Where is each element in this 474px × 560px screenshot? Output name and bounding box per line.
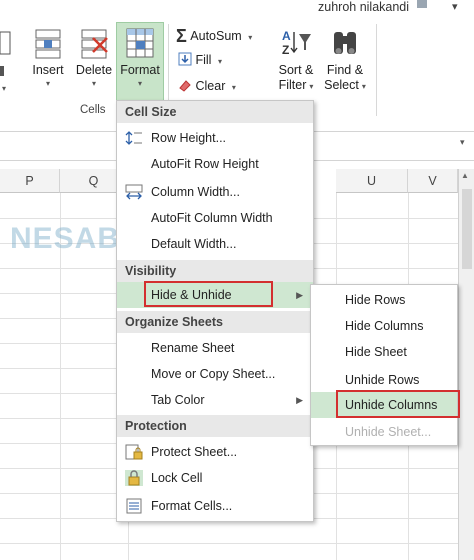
submenu-arrow-icon: ▶ (296, 290, 303, 300)
sort-filter-chevron-icon: ▾ (309, 82, 314, 91)
scroll-up-icon[interactable]: ▲ (461, 171, 469, 180)
menu-item-column-width[interactable]: Column Width... (117, 179, 313, 205)
user-menu-chevron-icon[interactable]: ▾ (452, 0, 458, 13)
user-avatar-icon[interactable] (417, 0, 427, 8)
format-dropdown-menu: Cell Size Row Height... AutoFit Row Heig… (116, 100, 314, 522)
fill-chevron-icon: ▾ (217, 57, 222, 66)
hide-sheet-label: Hide Sheet (345, 345, 407, 359)
submenu-arrow-icon: ▶ (296, 395, 303, 405)
menu-item-autofit-row-height[interactable]: AutoFit Row Height (117, 151, 313, 177)
fill-button[interactable]: Fill ▾ (178, 52, 222, 67)
move-copy-sheet-label: Move or Copy Sheet... (151, 367, 276, 381)
find-select-button[interactable]: Find & Select ▾ (320, 26, 370, 94)
protect-sheet-icon (125, 444, 143, 460)
format-cells-menu-icon (126, 498, 142, 514)
insert-label: Insert (32, 63, 64, 77)
column-header-u[interactable]: U (336, 169, 408, 193)
delete-cells-icon (81, 29, 108, 59)
insert-chevron-icon: ▾ (45, 79, 50, 88)
menu-item-move-copy-sheet[interactable]: Move or Copy Sheet... (117, 361, 313, 387)
cells-group-label: Cells (80, 104, 106, 116)
format-label: Format (120, 63, 160, 77)
row-height-icon (125, 131, 142, 145)
clear-chevron-icon: ▾ (231, 83, 236, 92)
autosum-button[interactable]: Σ AutoSum ▾ (176, 26, 252, 47)
find-select-chevron-icon: ▾ (361, 82, 366, 91)
menu-item-autofit-column-width[interactable]: AutoFit Column Width (117, 205, 313, 231)
vertical-scrollbar[interactable]: ▲ (458, 169, 474, 560)
column-header-v[interactable]: V (408, 169, 458, 193)
autosum-label: AutoSum (190, 29, 242, 43)
menu-item-default-width[interactable]: Default Width... (117, 231, 313, 257)
hide-rows-label: Hide Rows (345, 293, 406, 307)
find-select-label-2: Select (324, 78, 359, 92)
delete-button[interactable]: Delete ▾ (74, 26, 114, 90)
rename-sheet-label: Rename Sheet (151, 341, 235, 355)
menu-item-rename-sheet[interactable]: Rename Sheet (117, 335, 313, 361)
lock-cell-label: Lock Cell (151, 471, 203, 485)
hide-unhide-submenu: Hide Rows Hide Columns Hide Sheet Unhide… (310, 284, 458, 446)
cut-off-ribbon-icon (0, 31, 11, 76)
section-visibility: Visibility (117, 260, 313, 282)
unhide-sheet-label: Unhide Sheet... (345, 425, 432, 439)
scrollbar-thumb[interactable] (462, 189, 472, 269)
binoculars-icon (334, 32, 356, 54)
section-organize-sheets: Organize Sheets (117, 311, 313, 333)
cut-off-chevron-icon: ▾ (2, 84, 7, 93)
autofit-row-height-label: AutoFit Row Height (151, 157, 259, 171)
fill-down-icon (178, 52, 192, 66)
callout-hide-unhide (144, 281, 273, 307)
sort-filter-button[interactable]: A Z Sort & Filter ▾ (272, 26, 320, 94)
column-width-label: Column Width... (151, 185, 240, 199)
section-protection: Protection (117, 415, 313, 437)
insert-cells-icon (35, 29, 61, 59)
lock-icon (125, 470, 143, 486)
delete-chevron-icon: ▾ (91, 79, 96, 88)
autosum-chevron-icon: ▾ (248, 33, 253, 42)
submenu-item-hide-sheet[interactable]: Hide Sheet (311, 339, 457, 365)
tab-color-label: Tab Color (151, 393, 205, 407)
autofit-column-width-label: AutoFit Column Width (151, 211, 273, 225)
sort-filter-label-2: Filter (278, 78, 307, 92)
sort-filter-icon: A Z (282, 29, 311, 57)
delete-label: Delete (75, 63, 113, 77)
find-select-label-row2: Select ▾ (320, 78, 370, 94)
find-select-label-1: Find & (326, 63, 364, 77)
fill-label: Fill (195, 53, 212, 67)
menu-item-lock-cell[interactable]: Lock Cell (117, 465, 313, 491)
menu-item-row-height[interactable]: Row Height... (117, 125, 313, 151)
svg-text:A: A (282, 29, 291, 43)
clear-label: Clear (195, 79, 226, 93)
submenu-item-unhide-sheet: Unhide Sheet... (311, 419, 457, 445)
menu-item-format-cells[interactable]: Format Cells... (117, 493, 313, 519)
row-height-label: Row Height... (151, 131, 227, 145)
clear-button[interactable]: Clear ▾ (178, 78, 236, 93)
expand-formula-bar-chevron-icon[interactable]: ▾ (460, 137, 465, 148)
column-width-icon (125, 184, 143, 200)
user-name[interactable]: zuhroh nilakandi (318, 0, 409, 14)
insert-button[interactable]: Insert ▾ (28, 26, 68, 90)
menu-item-protect-sheet[interactable]: Protect Sheet... (117, 439, 313, 465)
sort-filter-label-1: Sort & (278, 63, 314, 77)
format-cells-label: Format Cells... (151, 499, 233, 513)
default-width-label: Default Width... (151, 237, 237, 251)
sort-filter-label-row2: Filter ▾ (272, 78, 320, 94)
format-button-content[interactable]: Format ▾ (118, 26, 162, 90)
protect-sheet-label: Protect Sheet... (151, 445, 238, 459)
submenu-item-hide-columns[interactable]: Hide Columns (311, 313, 457, 339)
svg-text:Z: Z (282, 43, 289, 57)
format-cells-icon (126, 28, 154, 58)
eraser-icon (179, 80, 191, 92)
menu-item-tab-color[interactable]: Tab Color ▶ (117, 387, 313, 413)
format-chevron-icon: ▾ (137, 79, 142, 88)
callout-unhide-columns (336, 390, 460, 418)
grid-line (0, 543, 474, 544)
ribbon-divider-2 (376, 24, 377, 116)
section-cell-size: Cell Size (117, 101, 313, 123)
sigma-icon: Σ (176, 26, 187, 46)
submenu-item-hide-rows[interactable]: Hide Rows (311, 287, 457, 313)
hide-columns-label: Hide Columns (345, 319, 424, 333)
column-header-p[interactable]: P (0, 169, 60, 193)
